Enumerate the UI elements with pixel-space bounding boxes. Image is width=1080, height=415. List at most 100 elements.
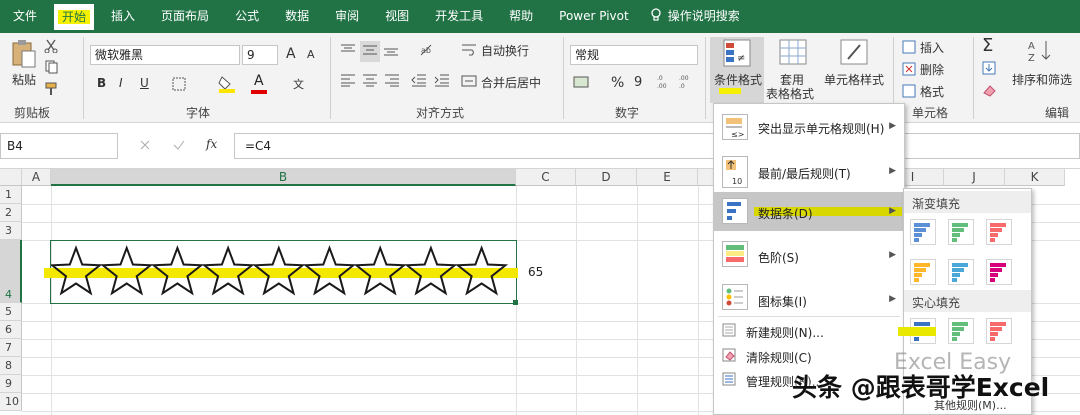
paste-button[interactable]: 粘贴 xyxy=(12,71,36,88)
cancel-icon[interactable] xyxy=(138,138,152,155)
align-bottom-icon[interactable] xyxy=(383,43,399,60)
row-header-8[interactable]: 8 xyxy=(0,357,22,375)
column-header-k[interactable]: K xyxy=(1005,169,1065,186)
fill-icon[interactable] xyxy=(982,61,998,78)
tab-developer[interactable]: 开发工具 xyxy=(422,0,496,33)
tab-file[interactable]: 文件 xyxy=(0,0,50,33)
bold-button[interactable]: B xyxy=(97,76,106,90)
tab-home[interactable]: 开始 xyxy=(54,3,95,30)
delete-cells-button[interactable]: 删除 xyxy=(920,61,944,78)
column-header-c[interactable]: C xyxy=(516,169,576,186)
row-header-3[interactable]: 3 xyxy=(0,222,22,240)
menu-item-color-scales[interactable]: 色阶(S) ▶ xyxy=(714,235,904,275)
menu-item-data-bars[interactable]: 数据条(D) ▶ xyxy=(714,192,904,231)
menu-item-icon-sets[interactable]: 图标集(I) ▶ xyxy=(714,276,904,318)
comma-button[interactable]: 9 xyxy=(634,75,642,90)
tab-formulas[interactable]: 公式 xyxy=(222,0,272,33)
align-middle-icon[interactable] xyxy=(360,41,380,62)
format-cells-icon[interactable] xyxy=(902,84,918,101)
insert-cells-icon[interactable] xyxy=(902,40,918,57)
percent-button[interactable]: % xyxy=(611,75,624,91)
number-format-select[interactable]: 常规 xyxy=(570,45,698,65)
column-header-a[interactable]: A xyxy=(22,169,51,186)
tab-insert[interactable]: 插入 xyxy=(98,0,148,33)
row-header-7[interactable]: 7 xyxy=(0,339,22,357)
decrease-decimal-icon[interactable]: .00.0 xyxy=(678,73,696,92)
cell-styles-button[interactable]: 单元格样式 xyxy=(824,71,884,88)
menu-item-highlight-rules[interactable]: ≤> 突出显示单元格规则(H) ▶ xyxy=(714,104,904,150)
column-header-e[interactable]: E xyxy=(637,169,698,186)
formula-input[interactable]: =C4 xyxy=(234,133,1080,159)
phonetic-button[interactable]: 文 xyxy=(293,76,304,92)
data-bar xyxy=(914,228,926,232)
row-header-4[interactable]: 4 xyxy=(0,240,22,303)
clear-icon[interactable] xyxy=(982,83,998,100)
cut-icon[interactable] xyxy=(44,39,60,56)
column-header-b[interactable]: B xyxy=(51,169,516,186)
grow-font-button[interactable]: A xyxy=(286,46,296,62)
enter-icon[interactable] xyxy=(172,138,186,155)
data-bar-option-icon[interactable] xyxy=(948,219,974,245)
conditional-format-button[interactable]: 条件格式 xyxy=(714,71,762,88)
merge-center-button[interactable]: 合并后居中 xyxy=(481,74,541,91)
data-bar-option-icon[interactable] xyxy=(986,318,1012,344)
cell-c4[interactable]: 65 xyxy=(528,265,543,279)
format-as-table-button-2[interactable]: 表格格式 xyxy=(766,85,814,102)
tab-page-layout[interactable]: 页面布局 xyxy=(148,0,222,33)
orientation-icon[interactable]: ab xyxy=(419,43,441,60)
row-header-2[interactable]: 2 xyxy=(0,204,22,222)
data-bar-option-icon[interactable] xyxy=(948,259,974,285)
autosum-button[interactable]: Σ xyxy=(982,35,993,56)
fill-color-icon[interactable] xyxy=(218,75,240,96)
row-header-9[interactable]: 9 xyxy=(0,375,22,393)
tab-view[interactable]: 视图 xyxy=(372,0,422,33)
accounting-format-icon[interactable] xyxy=(573,75,595,92)
wrap-text-icon[interactable] xyxy=(461,43,477,60)
increase-indent-icon[interactable] xyxy=(434,73,450,90)
copy-icon[interactable] xyxy=(44,60,66,77)
data-bar-option-icon[interactable] xyxy=(986,259,1012,285)
row-header-1[interactable]: 1 xyxy=(0,186,22,204)
tab-power-pivot[interactable]: Power Pivot xyxy=(546,0,642,33)
italic-button[interactable]: I xyxy=(119,76,123,90)
increase-decimal-icon[interactable]: .0.00 xyxy=(656,73,674,92)
format-cells-button[interactable]: 格式 xyxy=(920,83,944,100)
row-header-6[interactable]: 6 xyxy=(0,321,22,339)
tab-data[interactable]: 数据 xyxy=(272,0,322,33)
data-bar-option-icon[interactable] xyxy=(948,318,974,344)
menu-item-top-bottom-rules[interactable]: 10 最前/最后规则(T) ▶ xyxy=(714,150,904,196)
tab-review[interactable]: 审阅 xyxy=(322,0,372,33)
delete-cells-icon[interactable] xyxy=(902,62,918,79)
data-bar-option-icon[interactable] xyxy=(986,219,1012,245)
menu-item-new-rule[interactable]: 新建规则(N)... xyxy=(714,319,904,343)
insert-cells-button[interactable]: 插入 xyxy=(920,39,944,56)
align-top-icon[interactable] xyxy=(340,43,356,60)
align-right-icon[interactable] xyxy=(384,73,400,90)
decrease-indent-icon[interactable] xyxy=(411,73,427,90)
shrink-font-button[interactable]: A xyxy=(307,48,315,61)
font-size-select[interactable]: 9 xyxy=(242,45,278,65)
align-center-icon[interactable] xyxy=(362,73,378,90)
column-header-d[interactable]: D xyxy=(576,169,637,186)
border-icon[interactable] xyxy=(172,77,188,94)
menu-item-clear-rules[interactable]: 清除规则(C) xyxy=(714,344,904,368)
tab-help[interactable]: 帮助 xyxy=(496,0,546,33)
data-bar-option-icon[interactable] xyxy=(910,219,936,245)
format-painter-icon[interactable] xyxy=(44,82,60,99)
tell-me-search[interactable]: 操作说明搜索 xyxy=(668,0,753,33)
column-header-j[interactable]: J xyxy=(944,169,1005,186)
sort-filter-button[interactable]: 排序和筛选 xyxy=(1012,71,1072,88)
select-all-corner[interactable] xyxy=(0,169,22,186)
wrap-text-button[interactable]: 自动换行 xyxy=(481,42,529,59)
insert-function-button[interactable]: fx xyxy=(206,137,217,151)
font-color-button[interactable]: A xyxy=(254,73,264,89)
underline-button[interactable]: U xyxy=(140,76,149,90)
merge-center-icon[interactable] xyxy=(461,74,477,91)
row-header-5[interactable]: 5 xyxy=(0,303,22,321)
row-header-10[interactable]: 10 xyxy=(0,393,22,411)
data-bar-option-icon[interactable] xyxy=(910,259,936,285)
name-box[interactable]: B4 xyxy=(0,133,118,159)
font-name-select[interactable]: 微软雅黑 xyxy=(90,45,240,65)
align-left-icon[interactable] xyxy=(340,73,356,90)
paste-icon[interactable] xyxy=(10,39,38,72)
